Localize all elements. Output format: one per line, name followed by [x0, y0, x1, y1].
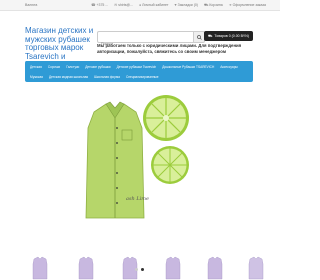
share-icon: ➜: [228, 3, 232, 7]
carousel-dot-active[interactable]: [141, 268, 144, 271]
lime-slice-image: [143, 95, 189, 141]
cart-button-label: Товаров 0 (0.00 BYN): [214, 34, 249, 38]
nav-row-1: Детская Сорочки Галстуки Детские рубашки…: [27, 63, 241, 71]
thumbnail-shirt[interactable]: [247, 256, 265, 280]
notice-text: Мы работаем только с юридическими лицами…: [97, 43, 242, 54]
wishlist-label: Закладки (0): [177, 3, 198, 7]
shirt-image: [85, 101, 145, 219]
phone-link[interactable]: ☎+375 ...: [91, 3, 108, 8]
banner-brand-text: ash Lime: [126, 196, 149, 202]
email-link[interactable]: ✉shirts@...: [114, 3, 133, 8]
cart-link[interactable]: ⛟Корзина: [204, 3, 223, 8]
nav-item[interactable]: Специализированные: [123, 73, 162, 81]
nav-item[interactable]: Детская: [27, 63, 45, 71]
heart-icon: ♥: [174, 3, 177, 7]
top-links: ☎+375 ... ✉shirts@... ●Личный кабинет ♥З…: [91, 3, 266, 8]
mail-icon: ✉: [114, 3, 118, 7]
thumbnail-shirt[interactable]: [77, 256, 95, 280]
email-label: shirts@...: [118, 3, 134, 7]
header: Магазин детских и мужских рубашек торгов…: [0, 10, 280, 69]
cart-icon: ⛟: [208, 33, 213, 38]
search-icon: [196, 34, 202, 40]
nav-item[interactable]: Детские рубашки: [82, 63, 113, 71]
cart-link-label: Корзина: [209, 3, 223, 7]
checkout-link[interactable]: ➜Оформление заказа: [229, 3, 266, 8]
nav-item[interactable]: Детская модная школьная: [46, 73, 91, 81]
user-icon: ●: [139, 3, 142, 7]
nav-row-2: Мужская Детская модная школьная Школьная…: [27, 73, 162, 81]
account-link[interactable]: ●Личный кабинет: [139, 3, 168, 8]
search-box: [97, 31, 194, 49]
nav-item[interactable]: Школьная форма: [91, 73, 123, 81]
carousel-dot[interactable]: [135, 268, 138, 271]
nav-item[interactable]: Детские рубашки Tsarevich: [114, 63, 160, 71]
phone-icon: ☎: [91, 3, 96, 7]
nav-item[interactable]: Галстуки: [63, 63, 82, 71]
wishlist-link[interactable]: ♥Закладки (0): [175, 3, 198, 8]
main-nav: Детская Сорочки Галстуки Детские рубашки…: [25, 61, 253, 82]
carousel-pagination: [135, 268, 144, 271]
nav-item[interactable]: Мужская: [27, 73, 46, 81]
checkout-label: Оформление заказа: [232, 3, 266, 7]
cart-icon: ⛟: [203, 3, 209, 7]
currency-selector[interactable]: Валюта: [25, 3, 37, 7]
phone-label: +375 ...: [96, 3, 109, 7]
nav-item[interactable]: Сорочки: [45, 63, 63, 71]
nav-item[interactable]: Аксессуары: [217, 63, 241, 71]
thumbnail-shirt[interactable]: [164, 256, 182, 280]
account-label: Личный кабинет: [142, 3, 169, 7]
lime-slice-image: [151, 146, 189, 184]
thumbnail-shirt[interactable]: [31, 256, 49, 280]
thumbnail-shirt[interactable]: [206, 256, 224, 280]
cart-button[interactable]: ⛟ Товаров 0 (0.00 BYN): [204, 31, 253, 41]
nav-item[interactable]: Дошкольные Рубашки TSAREVICH: [159, 63, 217, 71]
